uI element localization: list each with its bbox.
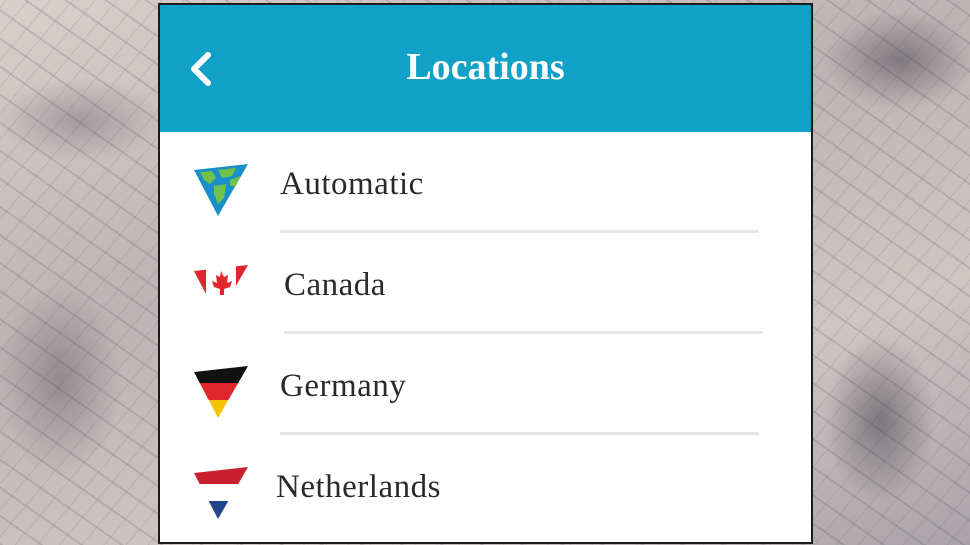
location-label: Netherlands: [276, 469, 441, 505]
location-item-germany[interactable]: Germany: [160, 334, 811, 435]
location-label: Canada: [284, 267, 386, 303]
globe-flag-icon: [194, 164, 248, 216]
page-title: Locations: [406, 46, 565, 88]
germany-flag-icon: [194, 366, 248, 418]
locations-panel: Locations Automatic Canada Germany Nethe…: [158, 3, 813, 544]
netherlands-flag-icon: [194, 467, 248, 519]
canada-flag-icon: [194, 265, 248, 317]
header-bar: Locations: [160, 5, 811, 132]
location-label: Germany: [280, 368, 407, 404]
location-item-canada[interactable]: Canada: [160, 233, 811, 334]
location-label: Automatic: [280, 166, 424, 202]
location-list: Automatic Canada Germany Netherlands: [160, 132, 811, 536]
location-item-automatic[interactable]: Automatic: [160, 132, 811, 233]
location-item-netherlands[interactable]: Netherlands: [160, 435, 811, 536]
